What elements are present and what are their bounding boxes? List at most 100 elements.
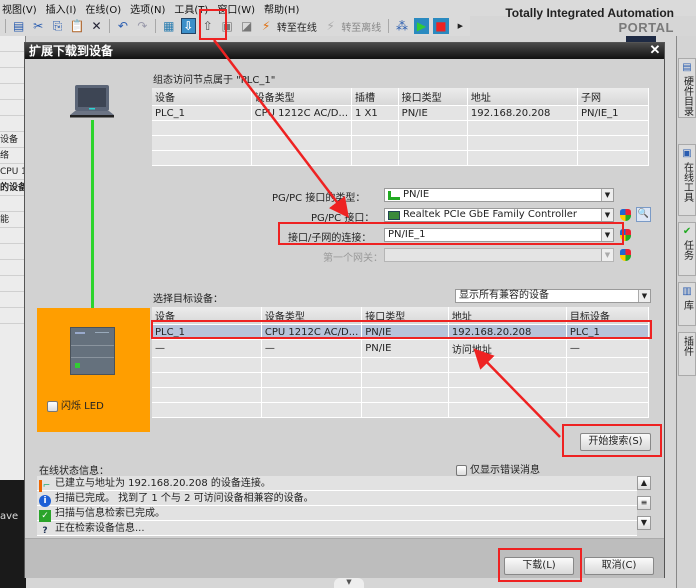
tab-addins[interactable]: 插件: [678, 332, 696, 376]
tab-online-tools[interactable]: ▣ 在线工具: [678, 144, 696, 216]
chevron-down-icon[interactable]: ▼: [601, 229, 613, 241]
tree-item[interactable]: [0, 228, 25, 244]
tree-item[interactable]: [0, 276, 25, 292]
checkbox-icon[interactable]: [47, 400, 58, 412]
only-errors-label: 仅显示错误消息: [470, 465, 540, 476]
tab-tasks[interactable]: ✔ 任务: [678, 222, 696, 276]
column-header[interactable]: 接口类型: [361, 307, 449, 325]
tree-item[interactable]: [0, 84, 25, 100]
cancel-button[interactable]: 取消(C): [584, 557, 654, 575]
close-icon[interactable]: ✕: [648, 43, 662, 59]
cell: [261, 357, 363, 373]
upload-from-device-icon[interactable]: ⇧: [200, 18, 215, 34]
column-header[interactable]: 地址: [448, 307, 567, 325]
column-header[interactable]: 设备类型: [261, 307, 363, 325]
chevron-down-icon[interactable]: ▼: [638, 290, 650, 302]
device-filter-select[interactable]: 显示所有兼容的设备 ▼: [455, 289, 651, 303]
task-cards-panel: ▤ 硬件目录 ▣ 在线工具 ✔ 任务 ▥ 库 插件: [676, 36, 696, 588]
expand-panel-toggle[interactable]: ▼: [334, 578, 364, 588]
library-icon: ▥: [682, 286, 692, 297]
stop-simulation-icon[interactable]: ◪: [239, 18, 254, 34]
status-scrollbar[interactable]: ▲ ≡ ▼: [637, 476, 652, 536]
column-header[interactable]: 设备类型: [251, 88, 353, 106]
subnet-connection-label: 接口/子网的连接：: [288, 233, 372, 244]
cell-interface-type: PN/IE: [361, 324, 449, 340]
table-row[interactable]: — — PN/IE 访问地址 —: [152, 339, 650, 358]
start-cpu-icon[interactable]: ▶: [413, 18, 430, 34]
print-icon[interactable]: ▤: [11, 18, 26, 34]
pgpc-type-select[interactable]: PN/IE ▼: [384, 188, 614, 202]
column-header[interactable]: 设备: [152, 307, 262, 325]
device-filter-value: 显示所有兼容的设备: [459, 290, 549, 301]
tree-item[interactable]: 设备: [0, 132, 25, 148]
chevron-down-icon[interactable]: ▼: [601, 189, 613, 201]
column-header[interactable]: 目标设备: [566, 307, 650, 325]
scroll-down-icon[interactable]: ▼: [637, 516, 651, 530]
tree-item[interactable]: [0, 36, 25, 52]
download-button[interactable]: 下载(L): [504, 557, 574, 575]
go-offline-button[interactable]: 转至离线: [341, 19, 381, 34]
interface-properties-icon[interactable]: 🔍: [636, 207, 651, 222]
menu-help[interactable]: 帮助(H): [262, 1, 306, 16]
column-header[interactable]: 插槽: [351, 88, 399, 106]
only-errors-checkbox[interactable]: 仅显示错误消息: [456, 461, 540, 476]
subnet-connection-select[interactable]: PN/IE_1 ▼: [384, 228, 614, 242]
tree-item[interactable]: [0, 196, 25, 212]
column-header[interactable]: 地址: [467, 88, 579, 106]
pgpc-interface-select[interactable]: Realtek PCIe GbE Family Controller ▼: [384, 208, 614, 222]
column-header[interactable]: 接口类型: [398, 88, 468, 106]
accessible-devices-icon[interactable]: ⁂: [394, 18, 409, 34]
chevron-down-icon[interactable]: ▼: [601, 209, 613, 221]
table-row-selected[interactable]: PLC_1 CPU 1212C AC/D... PN/IE 192.168.20…: [152, 324, 650, 340]
tree-item[interactable]: [0, 308, 25, 324]
download-to-device-icon[interactable]: ⇩: [180, 18, 197, 34]
go-online-icon[interactable]: ⚡: [258, 18, 273, 34]
table-row[interactable]: PLC_1 CPU 1212C AC/D... 1 X1 PN/IE 192.1…: [152, 105, 649, 121]
tab-libraries[interactable]: ▥ 库: [678, 282, 696, 326]
tree-item[interactable]: 能: [0, 212, 25, 228]
toolbar-overflow-icon[interactable]: ▶: [453, 18, 468, 34]
menu-view[interactable]: 视图(V): [0, 1, 44, 16]
compile-icon[interactable]: ▦: [161, 18, 176, 34]
scroll-thumb-icon[interactable]: ≡: [637, 496, 651, 510]
tree-item[interactable]: [0, 116, 25, 132]
cut-icon[interactable]: ✂: [30, 18, 45, 34]
tree-item[interactable]: [0, 100, 25, 116]
go-online-button[interactable]: 转至在线: [277, 19, 317, 34]
column-header[interactable]: 设备: [152, 88, 252, 106]
paste-icon[interactable]: 📋: [69, 18, 85, 34]
tree-item[interactable]: CPU 1: [0, 164, 25, 180]
checkbox-icon[interactable]: [456, 464, 467, 476]
go-offline-icon[interactable]: ⚡: [323, 18, 338, 34]
tree-item[interactable]: [0, 68, 25, 84]
menu-tools[interactable]: 工具(T): [172, 1, 215, 16]
tab-hardware-catalog[interactable]: ▤ 硬件目录: [678, 58, 696, 118]
menu-options[interactable]: 选项(N): [128, 1, 172, 16]
menu-online[interactable]: 在线(O): [83, 1, 128, 16]
delete-icon[interactable]: ✕: [89, 18, 104, 34]
start-search-button[interactable]: 开始搜索(S): [580, 433, 651, 451]
first-gateway-select[interactable]: ▼: [384, 248, 614, 262]
tree-item[interactable]: [0, 292, 25, 308]
status-message: ? 正在检索设备信息...: [37, 521, 637, 536]
undo-icon[interactable]: ↶: [115, 18, 130, 34]
cell: [566, 357, 650, 373]
redo-icon[interactable]: ↷: [135, 18, 150, 34]
target-devices-table: 设备 设备类型 接口类型 地址 目标设备 PLC_1 CPU 1212C AC/…: [152, 307, 650, 418]
tree-item[interactable]: 络: [0, 148, 25, 164]
tree-item[interactable]: [0, 260, 25, 276]
column-header[interactable]: 子网: [577, 88, 649, 106]
tree-item[interactable]: [0, 244, 25, 260]
tree-item[interactable]: [0, 52, 25, 68]
scroll-up-icon[interactable]: ▲: [637, 476, 651, 490]
flash-led-checkbox[interactable]: 闪烁 LED: [47, 397, 104, 412]
chevron-down-icon[interactable]: ▼: [601, 249, 613, 261]
simulation-icon[interactable]: ▣: [220, 18, 235, 34]
cell-interface-type: PN/IE: [361, 339, 449, 358]
copy-icon[interactable]: ⎘: [50, 18, 65, 34]
menu-insert[interactable]: 插入(I): [44, 1, 84, 16]
stop-cpu-icon[interactable]: ■: [433, 18, 449, 34]
tree-item[interactable]: 的设备: [0, 180, 25, 196]
cell: [361, 387, 449, 403]
menu-window[interactable]: 窗口(W): [215, 1, 262, 16]
